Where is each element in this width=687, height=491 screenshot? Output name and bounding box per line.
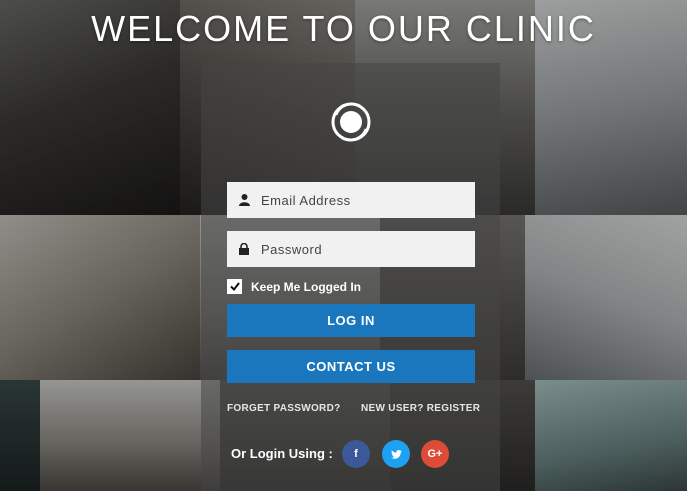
lock-icon bbox=[227, 243, 261, 255]
email-field-wrapper bbox=[227, 182, 475, 218]
password-field-wrapper bbox=[227, 231, 475, 267]
logo-icon bbox=[331, 102, 371, 142]
password-input[interactable] bbox=[261, 241, 461, 257]
facebook-icon: f bbox=[354, 448, 358, 460]
remember-label: Keep Me Logged In bbox=[251, 279, 362, 294]
contact-us-button[interactable]: CONTACT US bbox=[227, 350, 475, 383]
checkmark-icon bbox=[229, 282, 240, 291]
social-login-label: Or Login Using : bbox=[231, 446, 333, 461]
email-input[interactable] bbox=[261, 192, 461, 208]
remember-me[interactable]: Keep Me Logged In bbox=[227, 279, 361, 294]
google-plus-login-button[interactable]: G+ bbox=[421, 440, 449, 468]
register-link[interactable]: NEW USER? REGISTER bbox=[361, 403, 480, 414]
user-icon bbox=[227, 194, 261, 206]
login-button[interactable]: LOG IN bbox=[227, 304, 475, 337]
facebook-login-button[interactable]: f bbox=[342, 440, 370, 468]
forget-password-link[interactable]: FORGET PASSWORD? bbox=[227, 403, 341, 414]
twitter-icon bbox=[390, 449, 402, 459]
page-title: WELCOME TO OUR CLINIC bbox=[91, 8, 596, 49]
remember-checkbox[interactable] bbox=[227, 279, 242, 294]
google-plus-icon: G+ bbox=[427, 448, 443, 460]
twitter-login-button[interactable] bbox=[382, 440, 410, 468]
